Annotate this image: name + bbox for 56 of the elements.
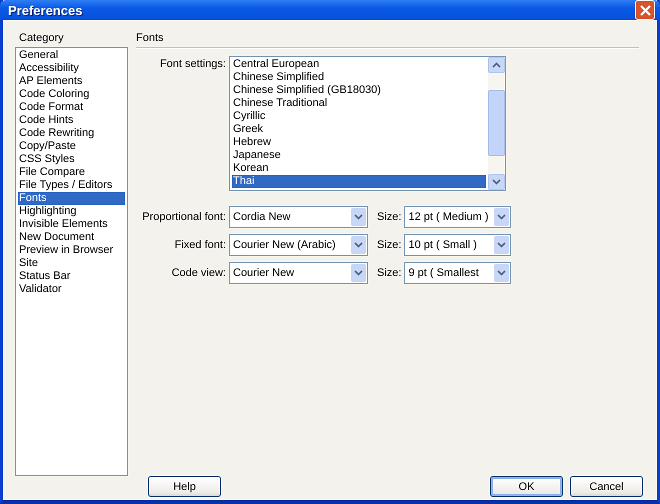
size-label: Size: bbox=[377, 211, 402, 223]
category-item[interactable]: Preview in Browser bbox=[18, 244, 125, 257]
section-title: Fonts bbox=[136, 32, 164, 46]
encoding-item[interactable]: Greek bbox=[232, 123, 486, 136]
scrollbar[interactable] bbox=[488, 57, 505, 190]
category-item[interactable]: Site bbox=[18, 257, 125, 270]
category-item[interactable]: Validator bbox=[18, 283, 125, 296]
encoding-item[interactable]: Chinese Simplified (GB18030) bbox=[232, 84, 486, 97]
size-dropdown[interactable]: 9 pt ( Smallest bbox=[404, 262, 512, 284]
category-item[interactable]: Code Hints bbox=[18, 114, 125, 127]
encoding-item[interactable]: Korean bbox=[232, 162, 486, 175]
font-label: Code view: bbox=[170, 267, 226, 279]
encoding-item[interactable]: Hebrew bbox=[232, 136, 486, 149]
font-settings-label: Font settings: bbox=[158, 57, 226, 70]
category-item[interactable]: File Types / Editors bbox=[18, 179, 125, 192]
dialog-button[interactable]: Help bbox=[148, 476, 221, 497]
encoding-item[interactable]: Cyrillic bbox=[232, 110, 486, 123]
font-dropdown[interactable]: Cordia New bbox=[229, 206, 368, 228]
category-item[interactable]: General bbox=[18, 49, 125, 62]
category-label: Category bbox=[18, 32, 65, 46]
chevron-down-icon bbox=[492, 179, 501, 185]
encoding-item[interactable]: Chinese Simplified bbox=[232, 71, 486, 84]
chevron-up-icon bbox=[492, 62, 501, 68]
scroll-up-button[interactable] bbox=[488, 57, 505, 73]
category-item[interactable]: AP Elements bbox=[18, 75, 125, 88]
category-item[interactable]: Invisible Elements bbox=[18, 218, 125, 231]
font-dropdown[interactable]: Courier New (Arabic) bbox=[229, 234, 368, 256]
window-title: Preferences bbox=[8, 2, 84, 18]
encoding-item[interactable]: Chinese Traditional bbox=[232, 97, 486, 110]
encoding-item[interactable]: Thai bbox=[232, 175, 486, 188]
encoding-item[interactable]: Japanese bbox=[232, 149, 486, 162]
encoding-item[interactable]: Central European bbox=[232, 58, 486, 71]
close-button[interactable] bbox=[635, 0, 655, 20]
category-item[interactable]: Accessibility bbox=[18, 62, 125, 75]
category-item[interactable]: Code Format bbox=[18, 101, 125, 114]
category-item[interactable]: Status Bar bbox=[18, 270, 125, 283]
category-item[interactable]: Code Coloring bbox=[18, 88, 125, 101]
font-label: Fixed font: bbox=[174, 239, 226, 251]
scroll-thumb[interactable] bbox=[488, 90, 505, 156]
dialog-button[interactable]: OK bbox=[490, 476, 563, 497]
size-label: Size: bbox=[377, 239, 402, 251]
font-label: Proportional font: bbox=[141, 211, 226, 223]
scroll-down-button[interactable] bbox=[488, 174, 505, 190]
size-dropdown[interactable]: 12 pt ( Medium ) bbox=[404, 206, 512, 228]
category-item[interactable]: File Compare bbox=[18, 166, 125, 179]
category-item[interactable]: New Document bbox=[18, 231, 125, 244]
category-item[interactable]: Fonts bbox=[18, 192, 125, 205]
font-dropdown[interactable]: Courier New bbox=[229, 262, 368, 284]
close-icon bbox=[638, 4, 652, 16]
size-dropdown[interactable]: 10 pt ( Small ) bbox=[404, 234, 512, 256]
category-item[interactable]: Copy/Paste bbox=[18, 140, 125, 153]
category-item[interactable]: CSS Styles bbox=[18, 153, 125, 166]
dialog-button[interactable]: Cancel bbox=[570, 476, 643, 497]
category-item[interactable]: Code Rewriting bbox=[18, 127, 125, 140]
category-item[interactable]: Highlighting bbox=[18, 205, 125, 218]
size-label: Size: bbox=[377, 267, 402, 279]
